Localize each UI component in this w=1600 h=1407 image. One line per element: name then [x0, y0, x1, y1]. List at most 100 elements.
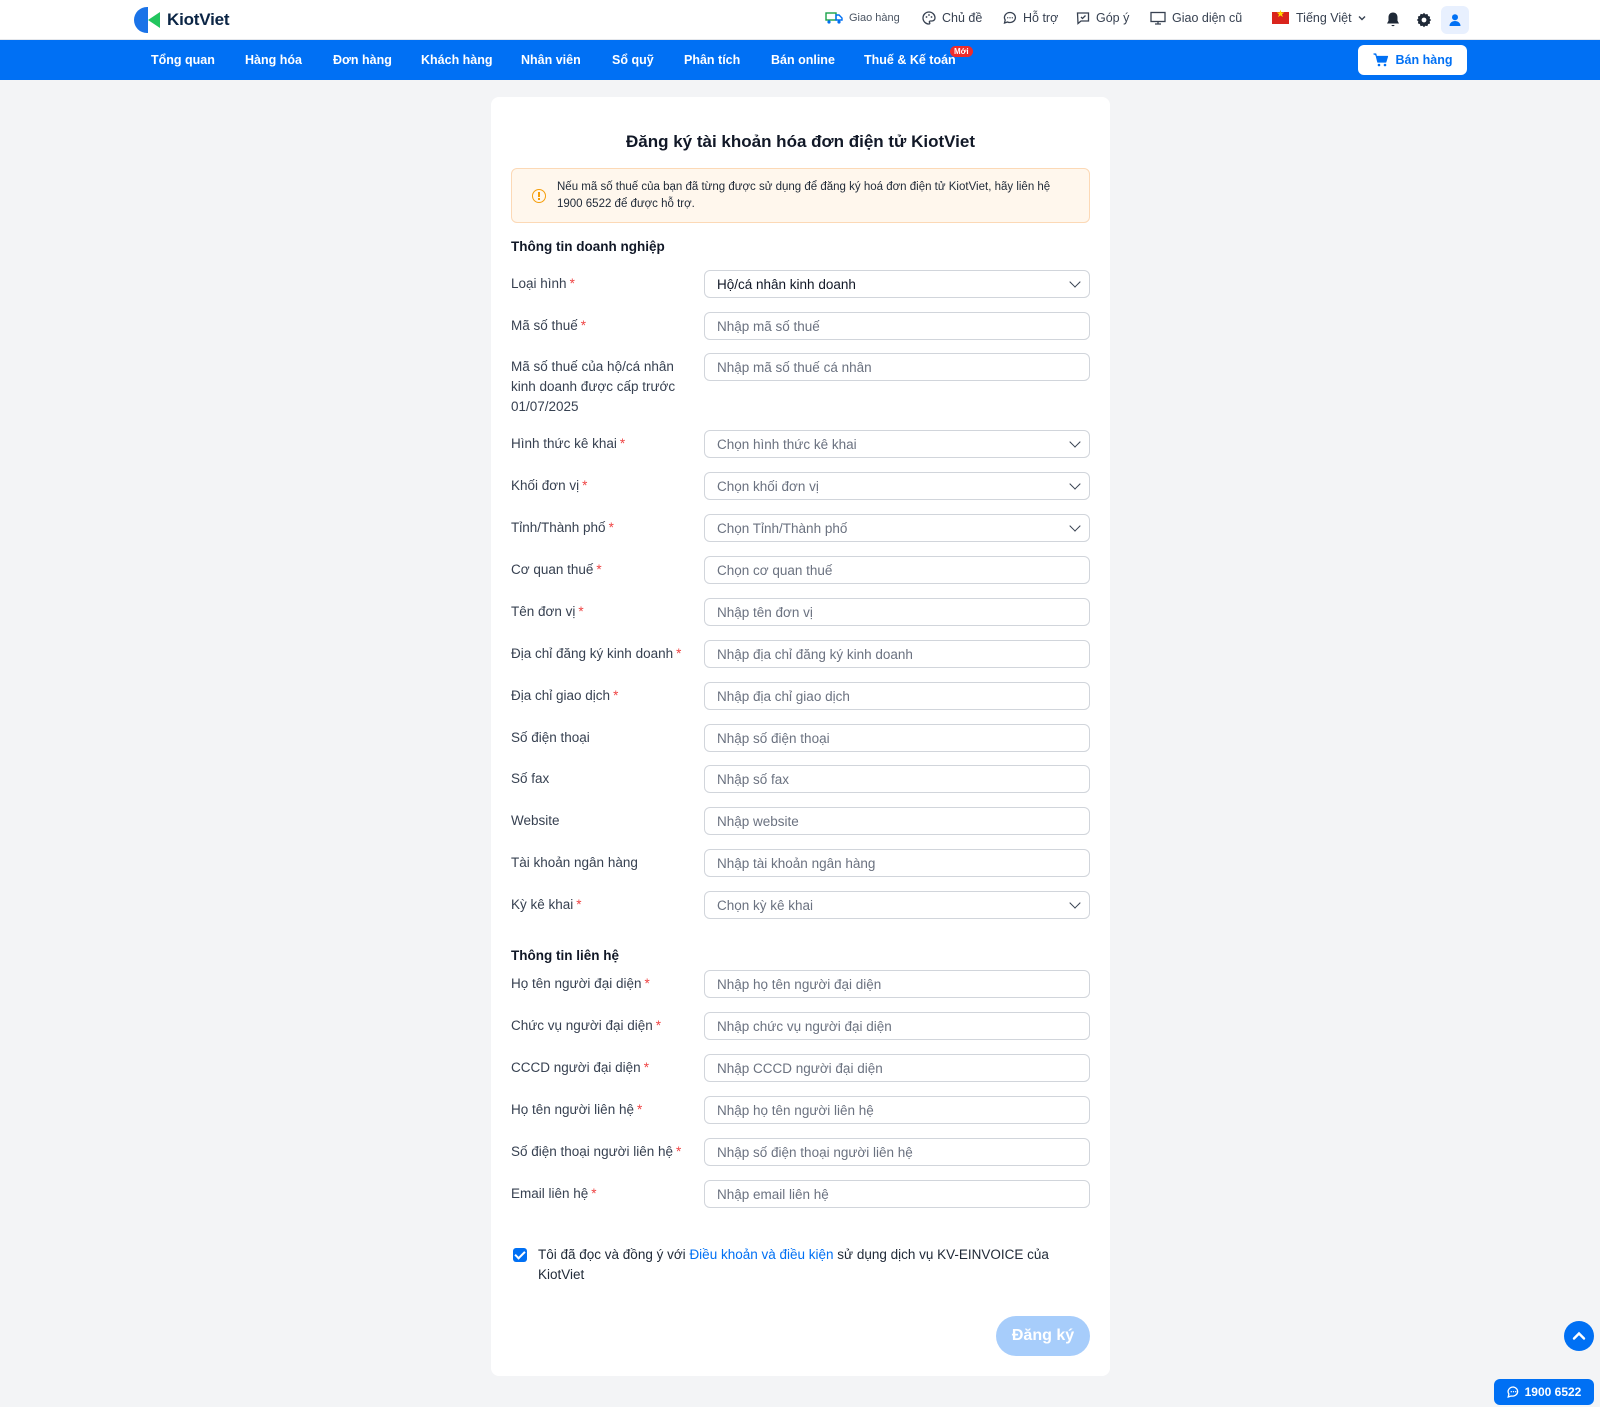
cart-icon	[1373, 53, 1388, 67]
section-contact-info: Thông tin liên hệ	[511, 948, 619, 963]
business-select-5[interactable]: Chọn Tỉnh/Thành phố	[704, 514, 1090, 542]
required-asterisk: *	[608, 520, 614, 535]
nav-employees[interactable]: Nhân viên	[521, 53, 581, 67]
field-label-text: Tỉnh/Thành phố	[511, 520, 606, 535]
field-label-text: Số điện thoại	[511, 730, 590, 745]
business-label-12: Website	[511, 811, 696, 831]
user-icon	[1449, 14, 1461, 26]
logo-text: KiotViet	[167, 10, 230, 29]
monitor-icon	[1150, 11, 1166, 25]
field-placeholder: Nhập mã số thuế cá nhân	[717, 359, 872, 375]
business-input-6[interactable]: Chọn cơ quan thuế	[704, 556, 1090, 584]
field-label-text: Email liên hệ	[511, 1186, 589, 1201]
settings-button[interactable]	[1416, 12, 1438, 28]
field-placeholder: Nhập tên đơn vị	[717, 604, 813, 620]
delivery-truck-icon	[825, 12, 843, 24]
chat-icon	[1506, 1386, 1518, 1398]
contact-label-5: Email liên hệ *	[511, 1184, 696, 1204]
field-label-text: Họ tên người đại diện	[511, 976, 642, 991]
scroll-to-top-button[interactable]	[1564, 1321, 1594, 1351]
business-input-11[interactable]: Nhập số fax	[704, 765, 1090, 793]
business-input-2[interactable]: Nhập mã số thuế cá nhân	[704, 353, 1090, 381]
nav-analytics[interactable]: Phân tích	[684, 53, 740, 67]
notification-button[interactable]	[1385, 11, 1407, 28]
field-placeholder: Chọn hình thức kê khai	[717, 436, 857, 452]
field-placeholder: Nhập số fax	[717, 771, 790, 787]
contact-input-4[interactable]: Nhập số điện thoại người liên hệ	[704, 1138, 1090, 1166]
field-label-text: Loại hình	[511, 276, 567, 291]
business-input-13[interactable]: Nhập tài khoản ngân hàng	[704, 849, 1090, 877]
register-button[interactable]: Đăng ký	[996, 1316, 1090, 1356]
palette-icon	[922, 11, 936, 25]
business-select-14[interactable]: Chọn kỳ kê khai	[704, 891, 1090, 919]
old-ui-label: Giao diện cũ	[1172, 11, 1243, 25]
vietnam-flag-icon	[1272, 9, 1289, 24]
contact-input-5[interactable]: Nhập email liên hệ	[704, 1180, 1090, 1208]
business-input-10[interactable]: Nhập số điện thoại	[704, 724, 1090, 752]
chevron-down-icon	[1069, 897, 1081, 909]
field-label-text: Kỳ kê khai	[511, 897, 574, 912]
tax-code-notice: Nếu mã số thuế của bạn đã từng được sử d…	[511, 168, 1090, 223]
chevron-down-icon	[1069, 520, 1081, 532]
language-selector[interactable]: Tiếng Việt	[1272, 9, 1367, 25]
contact-label-1: Chức vụ người đại diện *	[511, 1016, 696, 1036]
support-link[interactable]: Hỗ trợ	[1003, 11, 1058, 25]
business-input-8[interactable]: Nhập địa chỉ đăng ký kinh doanh	[704, 640, 1090, 668]
nav-online-sales[interactable]: Bán online	[771, 53, 835, 67]
field-label-text: CCCD người đại diện	[511, 1060, 641, 1075]
field-placeholder: Chọn Tỉnh/Thành phố	[717, 520, 848, 536]
field-placeholder: Chọn kỳ kê khai	[717, 897, 814, 913]
required-asterisk: *	[569, 276, 575, 291]
business-label-2: Mã số thuế của hộ/cá nhân kinh doanh đượ…	[511, 357, 696, 417]
required-asterisk: *	[676, 1144, 682, 1159]
hotline-button[interactable]: 1900 6522	[1494, 1379, 1594, 1405]
business-label-11: Số fax	[511, 769, 696, 789]
theme-link[interactable]: Chủ đề	[922, 11, 982, 25]
info-circle-icon	[532, 189, 546, 203]
nav-products[interactable]: Hàng hóa	[245, 53, 302, 67]
business-select-0[interactable]: Hộ/cá nhân kinh doanh	[704, 270, 1090, 298]
contact-label-4: Số điện thoại người liên hệ *	[511, 1142, 696, 1162]
support-label: Hỗ trợ	[1023, 11, 1059, 25]
contact-input-0[interactable]: Nhập họ tên người đại diện	[704, 970, 1090, 998]
feedback-link[interactable]: Góp ý	[1076, 11, 1129, 25]
nav-cashbook[interactable]: Sổ quỹ	[612, 53, 654, 67]
chevron-down-icon	[1069, 436, 1081, 448]
nav-overview[interactable]: Tổng quan	[151, 53, 215, 67]
delivery-link[interactable]: Giao hàng	[825, 11, 900, 25]
sell-button[interactable]: Bán hàng	[1358, 45, 1467, 75]
user-avatar-button[interactable]	[1441, 6, 1469, 34]
field-placeholder: Nhập địa chỉ đăng ký kinh doanh	[717, 646, 913, 662]
page-title: Đăng ký tài khoản hóa đơn điện tử KiotVi…	[625, 132, 975, 151]
business-input-9[interactable]: Nhập địa chỉ giao dịch	[704, 682, 1090, 710]
field-label-text: Địa chỉ đăng ký kinh doanh	[511, 646, 674, 661]
contact-input-1[interactable]: Nhập chức vụ người đại diện	[704, 1012, 1090, 1040]
business-input-7[interactable]: Nhập tên đơn vị	[704, 598, 1090, 626]
contact-input-3[interactable]: Nhập họ tên người liên hệ	[704, 1096, 1090, 1124]
old-ui-link[interactable]: Giao diện cũ	[1150, 11, 1242, 25]
nav-tax-accounting[interactable]: Thuế & Kế toán	[864, 53, 956, 67]
contact-input-2[interactable]: Nhập CCCD người đại diện	[704, 1054, 1090, 1082]
terms-checkbox[interactable]	[513, 1248, 527, 1262]
chevron-down-icon	[1358, 16, 1366, 21]
business-input-12[interactable]: Nhập website	[704, 807, 1090, 835]
gear-icon	[1416, 12, 1432, 28]
field-label-text: Tên đơn vị	[511, 604, 576, 619]
field-label-text: Website	[511, 813, 560, 828]
delivery-label: Giao hàng	[849, 12, 900, 24]
field-label-text: Mã số thuế của hộ/cá nhân kinh doanh đượ…	[511, 359, 676, 414]
business-select-3[interactable]: Chọn hình thức kê khai	[704, 430, 1090, 458]
kiotviet-logo[interactable]: KiotViet	[132, 7, 230, 33]
business-select-4[interactable]: Chọn khối đơn vị	[704, 472, 1090, 500]
field-placeholder: Nhập chức vụ người đại diện	[717, 1018, 892, 1034]
business-label-3: Hình thức kê khai *	[511, 434, 696, 454]
field-label-text: Số fax	[511, 771, 550, 786]
terms-link[interactable]: Điều khoản và điều kiện	[689, 1247, 833, 1262]
nav-customers[interactable]: Khách hàng	[421, 53, 493, 67]
required-asterisk: *	[643, 1060, 649, 1075]
business-input-1[interactable]: Nhập mã số thuế	[704, 312, 1090, 340]
business-label-9: Địa chỉ giao dịch *	[511, 686, 696, 706]
field-placeholder: Nhập số điện thoại người liên hệ	[717, 1144, 913, 1160]
nav-orders[interactable]: Đơn hàng	[333, 53, 392, 67]
field-label-text: Hình thức kê khai	[511, 436, 617, 451]
